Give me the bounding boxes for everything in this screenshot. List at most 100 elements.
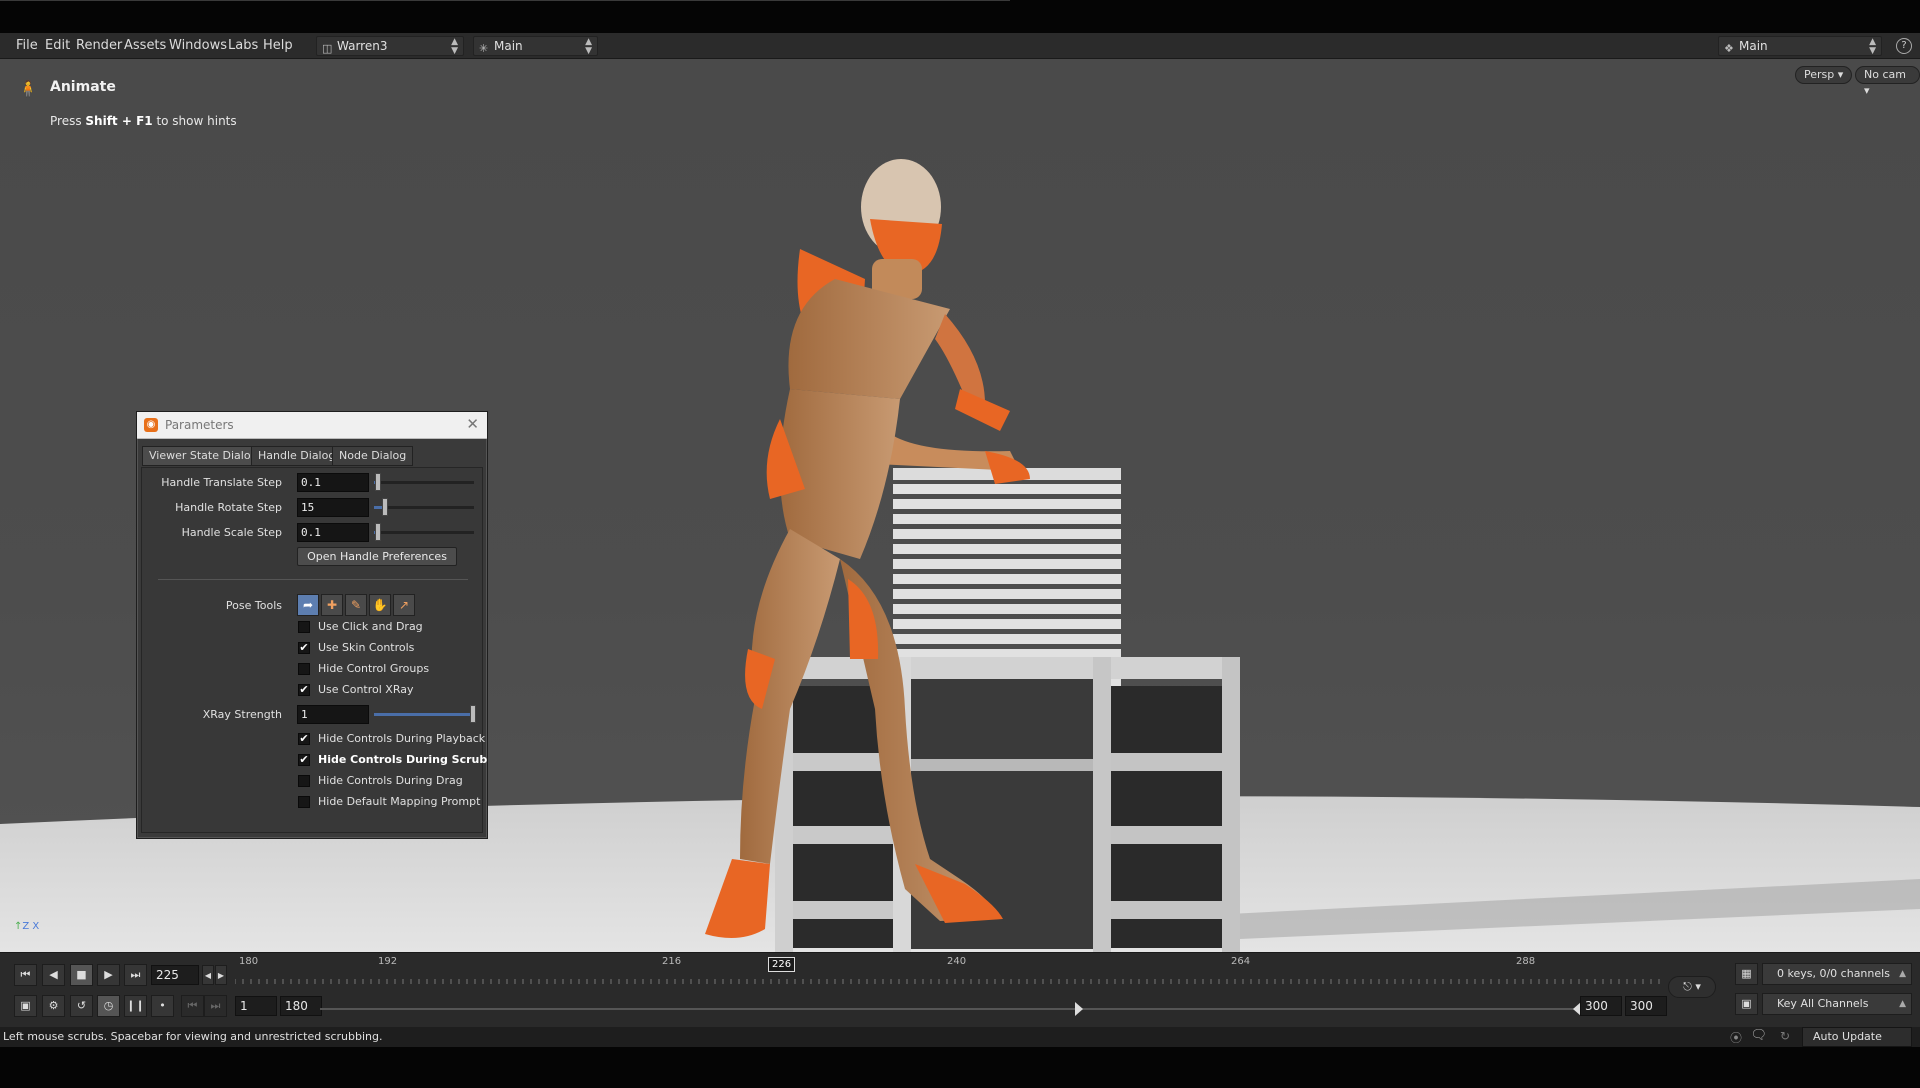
scale-step-label: Handle Scale Step (181, 526, 282, 539)
desktop-selector[interactable]: ◫ Warren3 ▲ ▼ (316, 36, 464, 56)
loop-icon[interactable]: ↺ (70, 995, 93, 1017)
camera-button[interactable]: No cam ▾ (1855, 66, 1920, 97)
current-frame-field[interactable]: 225 (151, 965, 199, 985)
global-end-field[interactable]: 300 (1625, 996, 1667, 1016)
checkbox-label: Hide Controls During Scrub (318, 753, 488, 766)
range-end-field[interactable]: 300 (1580, 996, 1622, 1016)
range-mid-field[interactable]: 180 (280, 996, 322, 1016)
dialog-titlebar[interactable]: ◉ Parameters ✕ (137, 412, 487, 439)
key-filter-icon[interactable]: • (151, 995, 174, 1017)
status-bar: Left mouse scrubs. Spacebar for viewing … (0, 1027, 1920, 1047)
checkbox[interactable] (298, 621, 310, 633)
checkbox[interactable]: ✔ (298, 733, 310, 745)
translate-step-field[interactable]: 0.1 (297, 473, 369, 492)
auto-update-button[interactable]: Auto Update (1802, 1027, 1912, 1047)
range-start-icon[interactable]: ⏮ (181, 995, 204, 1017)
playhead-frame-marker[interactable]: 226 (768, 957, 796, 972)
tick-label: 216 (662, 956, 682, 967)
channel-list-icon[interactable]: ▦ (1735, 963, 1758, 985)
status-text: Left mouse scrubs. Spacebar for viewing … (3, 1030, 383, 1043)
checkbox-label: Hide Controls During Playback (318, 732, 486, 745)
updown-arrow-icon: ▲ ▼ (451, 37, 458, 56)
checkbox[interactable]: ✔ (298, 684, 310, 696)
parameters-dialog: ◉ Parameters ✕ Viewer State Dialog Handl… (136, 411, 488, 839)
playback-range-bar[interactable] (320, 1002, 1581, 1016)
checkbox[interactable]: ✔ (298, 642, 310, 654)
pose-tool-translate-icon[interactable]: ✚ (321, 594, 343, 616)
checkbox-label: Hide Control Groups (318, 662, 430, 675)
rotate-step-slider[interactable] (374, 498, 474, 516)
checkbox-label: Use Skin Controls (318, 641, 415, 654)
pose-tool-hand-icon[interactable]: ✋ (369, 594, 391, 616)
translate-step-label: Handle Translate Step (161, 476, 282, 489)
play-reverse-icon[interactable]: ◀ (42, 964, 65, 986)
close-icon[interactable]: ✕ (466, 415, 479, 433)
window-top-strip (0, 0, 1920, 33)
jump-to-start-icon[interactable]: ⏮ (14, 964, 37, 986)
desktop-name: Warren3 (337, 39, 388, 53)
clock-icon[interactable]: ◷ (97, 995, 120, 1017)
menu-render[interactable]: Render (76, 38, 122, 53)
menu-assets[interactable]: Assets (124, 38, 166, 53)
window-bottom-strip (0, 1047, 1920, 1088)
chat-icon[interactable]: 🗨 (1750, 1028, 1767, 1043)
xray-strength-field[interactable]: 1 (297, 705, 369, 724)
play-icon[interactable]: ▶ (97, 964, 120, 986)
step-forward-icon[interactable]: ▶ (215, 965, 227, 985)
range-start-marker[interactable] (1075, 1002, 1083, 1016)
rotate-step-field[interactable]: 15 (297, 498, 369, 517)
checkbox-label: Use Control XRay (318, 683, 414, 696)
range-icon[interactable]: ❙❙ (124, 995, 147, 1017)
checkbox[interactable] (298, 775, 310, 787)
menu-windows[interactable]: Windows (169, 38, 227, 53)
checkbox-label: Hide Controls During Drag (318, 774, 463, 787)
pose-tool-select-icon[interactable]: ➦ (297, 594, 319, 616)
stop-icon[interactable]: ■ (70, 964, 93, 986)
tick-label: 288 (1516, 956, 1536, 967)
pose-tools-label: Pose Tools (225, 599, 282, 612)
tab-node-dialog[interactable]: Node Dialog (332, 446, 414, 466)
chair-frame (775, 657, 1240, 952)
scale-step-slider[interactable] (374, 523, 474, 541)
timeline-ruler[interactable] (235, 975, 1665, 987)
keys-info: 0 keys, 0/0 channels ▲ (1762, 963, 1912, 985)
keyframe-icon[interactable]: ▣ (1735, 993, 1758, 1015)
audio-icon[interactable]: ⚙ (42, 995, 65, 1017)
axis-gizmo: ↑Z X (14, 921, 40, 932)
checkbox-label: Hide Default Mapping Prompt (318, 795, 481, 808)
xray-strength-slider[interactable] (374, 705, 476, 723)
translate-step-slider[interactable] (374, 473, 474, 491)
tab-handle-dialog[interactable]: Handle Dialog (251, 446, 343, 466)
persp-button[interactable]: Persp ▾ (1795, 66, 1853, 84)
tick-label: 240 (947, 956, 967, 967)
animate-state-icon: 🧍 (18, 79, 38, 98)
scale-step-field[interactable]: 0.1 (297, 523, 369, 542)
checkbox[interactable]: ✔ (298, 754, 310, 766)
pane-selector[interactable]: ❖ Main ▲ ▼ (1718, 36, 1882, 56)
network-status-icon: ⦿ (1729, 1031, 1742, 1045)
network-selector[interactable]: ✳ Main ▲ ▼ (473, 36, 598, 56)
realtime-icon[interactable]: ▣ (14, 995, 37, 1017)
menu-labs[interactable]: Labs (228, 38, 258, 53)
tab-viewer-state-dialog[interactable]: Viewer State Dialog (142, 446, 265, 466)
refresh-icon[interactable]: ↻ (1780, 1029, 1790, 1043)
key-icon[interactable]: ⎋ ▾ (1668, 976, 1716, 998)
range-end-icon[interactable]: ⏭ (204, 995, 227, 1017)
key-all-channels-button[interactable]: Key All Channels ▲ (1762, 993, 1912, 1015)
checkbox[interactable] (298, 663, 310, 675)
viewer-state-title: Animate (50, 79, 116, 95)
jump-to-end-icon[interactable]: ⏭ (124, 964, 147, 986)
tick-label: 264 (1231, 956, 1251, 967)
timeline-bar: ⏮ ◀ ■ ▶ ⏭ 225 ◀ ▶ 180 192 216 240 264 28… (0, 952, 1920, 1027)
pose-tool-bone-icon[interactable]: ↗ (393, 594, 415, 616)
step-back-icon[interactable]: ◀ (202, 965, 214, 985)
range-start-field[interactable]: 1 (235, 996, 277, 1016)
tick-label: 192 (378, 956, 398, 967)
checkbox[interactable] (298, 796, 310, 808)
menu-edit[interactable]: Edit (45, 38, 70, 53)
open-handle-preferences-button[interactable]: Open Handle Preferences (297, 547, 457, 566)
pose-tool-arm-icon[interactable]: ✎ (345, 594, 367, 616)
help-icon[interactable]: ? (1896, 38, 1912, 54)
menu-help[interactable]: Help (263, 38, 293, 53)
menu-file[interactable]: File (16, 38, 38, 53)
